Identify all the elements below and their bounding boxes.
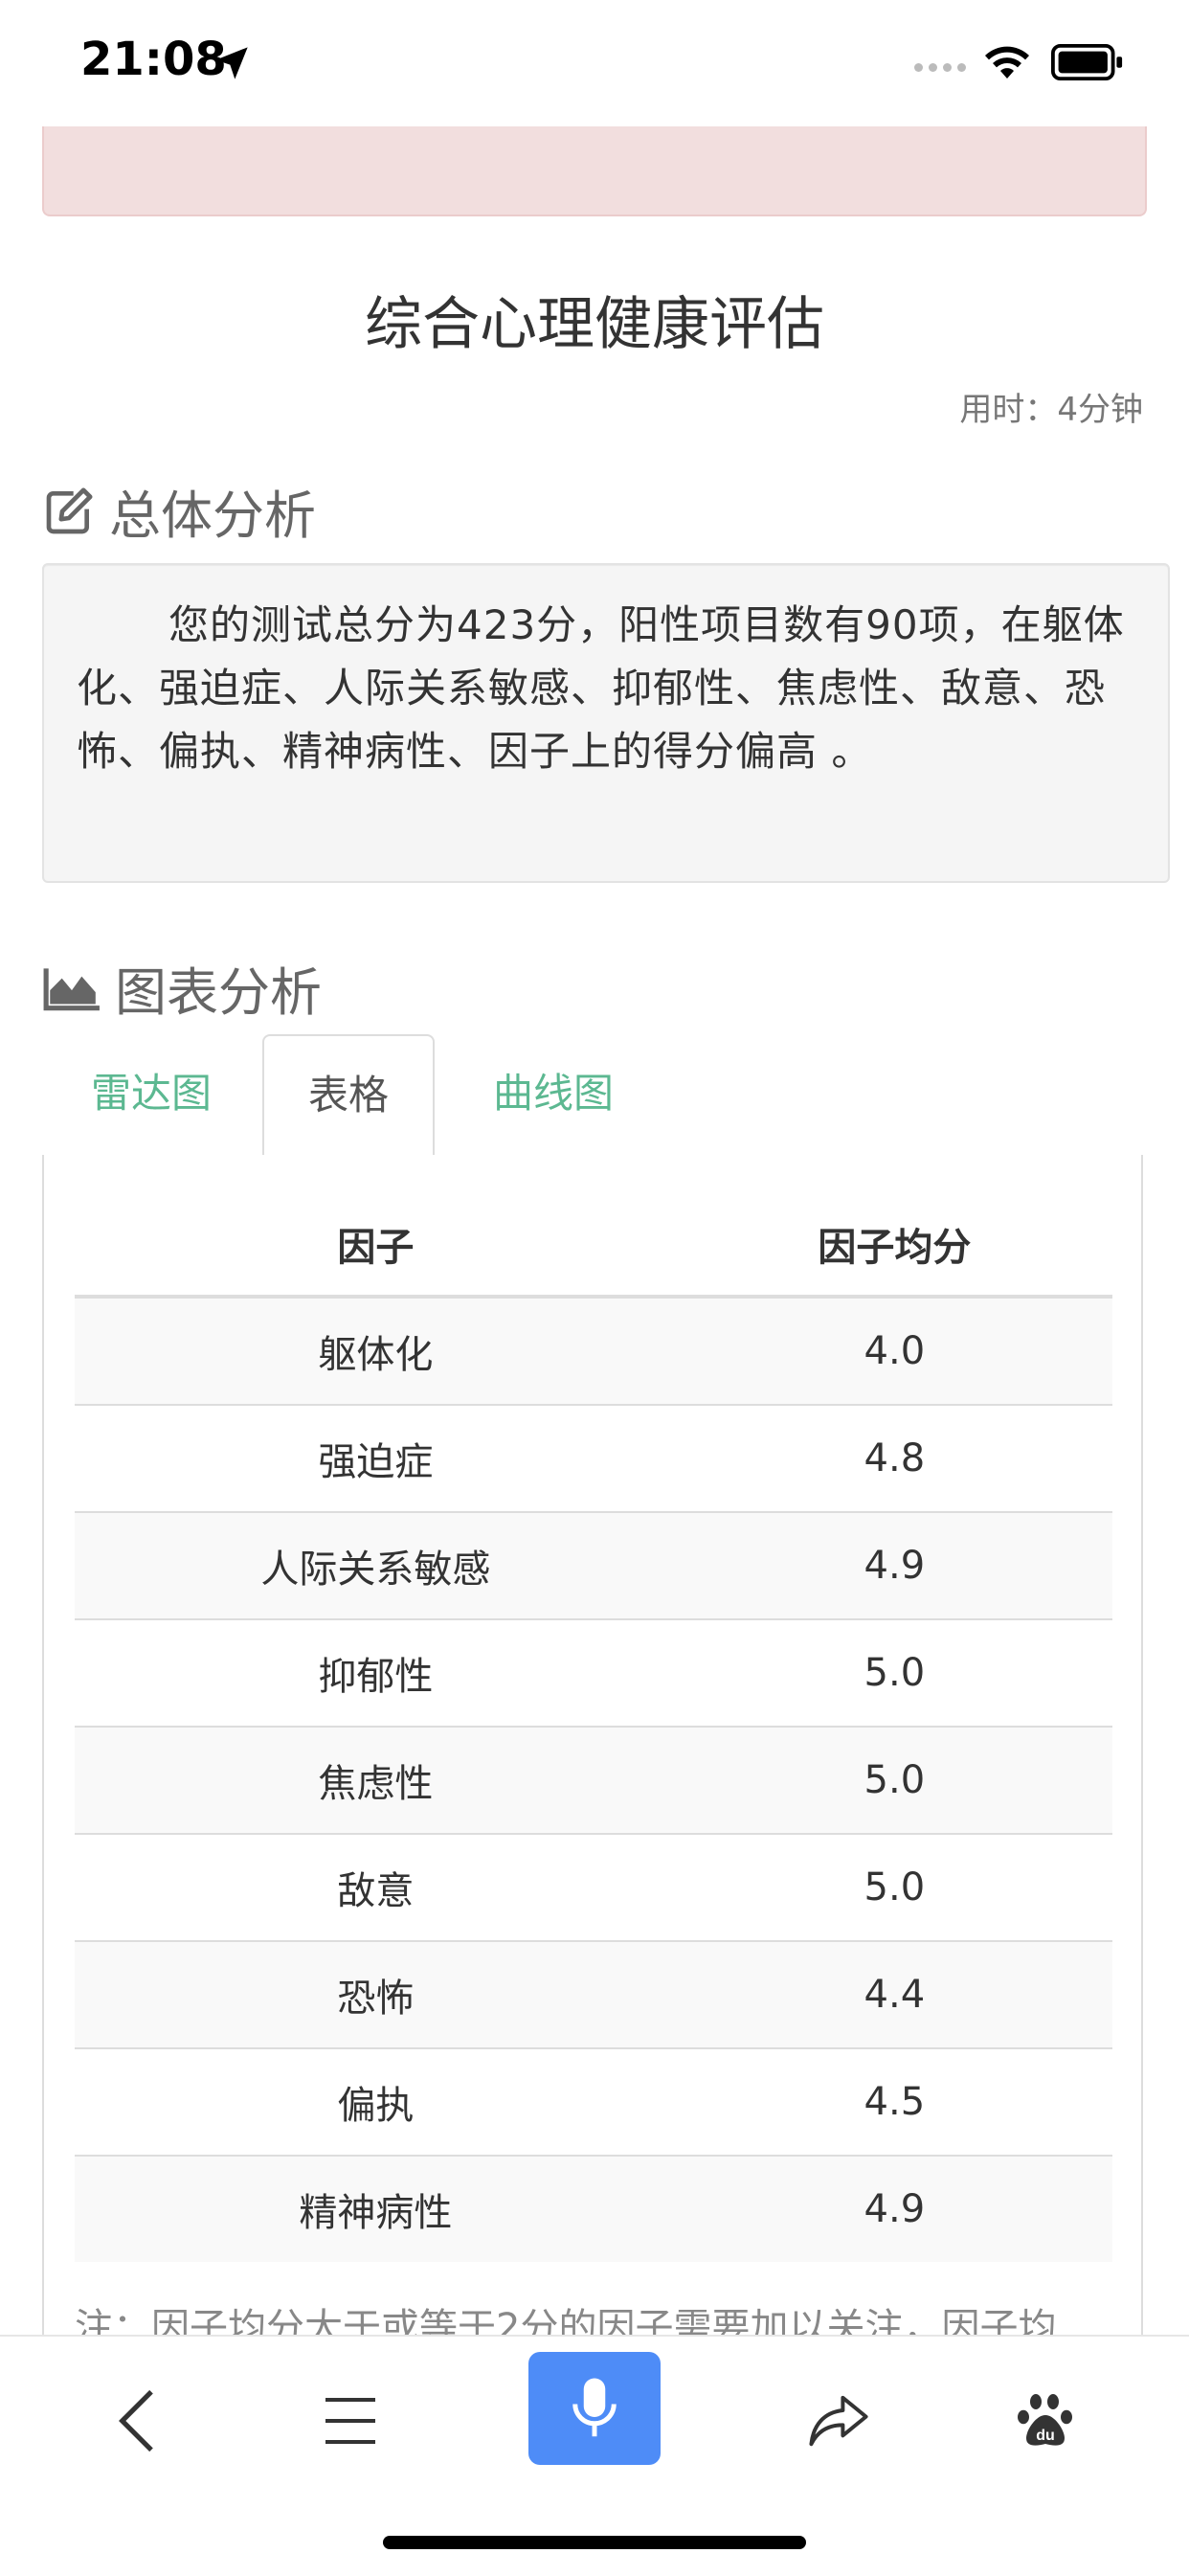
summary-text: 您的测试总分为423分，阳性项目数有90项，在躯体化、强迫症、人际关系敏感、抑郁… xyxy=(42,563,1170,883)
chart-tabs: 雷达图 表格 曲线图 xyxy=(42,1034,1143,1159)
tab-curve[interactable]: 曲线图 xyxy=(444,1034,662,1153)
factor-score: 5.0 xyxy=(676,1726,1112,1834)
overall-analysis-heading: 总体分析 xyxy=(42,473,316,549)
factor-score: 4.5 xyxy=(676,2047,1112,2156)
status-time: 21:08 xyxy=(80,33,227,86)
factor-name: 偏执 xyxy=(75,2047,677,2156)
factor-name: 敌意 xyxy=(75,1833,677,1941)
factor-score: 4.9 xyxy=(676,2155,1112,2262)
wifi-icon xyxy=(985,46,1029,79)
chart-analysis-heading: 图表分析 xyxy=(42,950,322,1026)
edit-icon xyxy=(46,487,93,533)
column-header-factor: 因子 xyxy=(75,1193,677,1299)
location-arrow-icon xyxy=(215,47,248,79)
baidu-button[interactable]: du xyxy=(999,2375,1091,2467)
table-row: 敌意 5.0 xyxy=(75,1833,1112,1941)
factor-name: 躯体化 xyxy=(75,1297,677,1405)
table-row: 焦虑性 5.0 xyxy=(75,1726,1112,1834)
factor-name: 精神病性 xyxy=(75,2155,677,2262)
tab-table[interactable]: 表格 xyxy=(262,1034,435,1159)
cellular-signal-icon xyxy=(914,63,966,72)
share-icon xyxy=(809,2395,868,2447)
factor-name: 人际关系敏感 xyxy=(75,1511,677,1619)
factor-score: 4.8 xyxy=(676,1404,1112,1512)
status-bar: 21:08 xyxy=(0,0,1189,126)
factor-table: 因子 因子均分 躯体化 4.0 强迫症 4.8 人际关系敏感 4.9 抑郁性 5… xyxy=(75,1193,1112,2262)
table-row: 躯体化 4.0 xyxy=(75,1297,1112,1405)
factor-score: 4.4 xyxy=(676,1940,1112,2048)
column-header-score: 因子均分 xyxy=(676,1193,1112,1299)
page-title: 综合心理健康评估 xyxy=(365,291,824,358)
factor-score: 4.9 xyxy=(676,1511,1112,1619)
factor-name: 抑郁性 xyxy=(75,1618,677,1727)
table-row: 精神病性 4.9 xyxy=(75,2155,1112,2262)
area-chart-icon xyxy=(43,967,100,1010)
menu-button[interactable] xyxy=(304,2375,396,2467)
voice-search-button[interactable] xyxy=(528,2352,661,2465)
table-row: 人际关系敏感 4.9 xyxy=(75,1511,1112,1619)
svg-text:du: du xyxy=(1036,2428,1055,2444)
battery-icon xyxy=(1051,44,1123,80)
home-indicator[interactable] xyxy=(383,2536,806,2549)
factor-name: 焦虑性 xyxy=(75,1726,677,1834)
back-icon xyxy=(119,2389,153,2452)
microphone-icon xyxy=(572,2378,617,2437)
alert-box xyxy=(42,124,1147,216)
factor-name: 恐怖 xyxy=(75,1940,677,2048)
menu-icon xyxy=(325,2398,375,2444)
factor-score: 4.0 xyxy=(676,1297,1112,1405)
table-row: 偏执 4.5 xyxy=(75,2047,1112,2156)
baidu-paw-icon: du xyxy=(1018,2394,1072,2446)
table-panel: 因子 因子均分 躯体化 4.0 强迫症 4.8 人际关系敏感 4.9 抑郁性 5… xyxy=(42,1155,1143,2337)
back-button[interactable] xyxy=(92,2375,184,2467)
factor-score: 5.0 xyxy=(676,1618,1112,1727)
overall-analysis-label: 总体分析 xyxy=(109,486,316,546)
table-row: 恐怖 4.4 xyxy=(75,1940,1112,2048)
factor-score: 5.0 xyxy=(676,1833,1112,1941)
tab-radar[interactable]: 雷达图 xyxy=(42,1034,260,1153)
chart-analysis-label: 图表分析 xyxy=(115,962,322,1023)
factor-name: 强迫症 xyxy=(75,1404,677,1512)
test-duration: 用时：4分钟 xyxy=(959,391,1143,429)
table-row: 强迫症 4.8 xyxy=(75,1404,1112,1512)
share-button[interactable] xyxy=(793,2375,885,2467)
table-row: 抑郁性 5.0 xyxy=(75,1618,1112,1727)
